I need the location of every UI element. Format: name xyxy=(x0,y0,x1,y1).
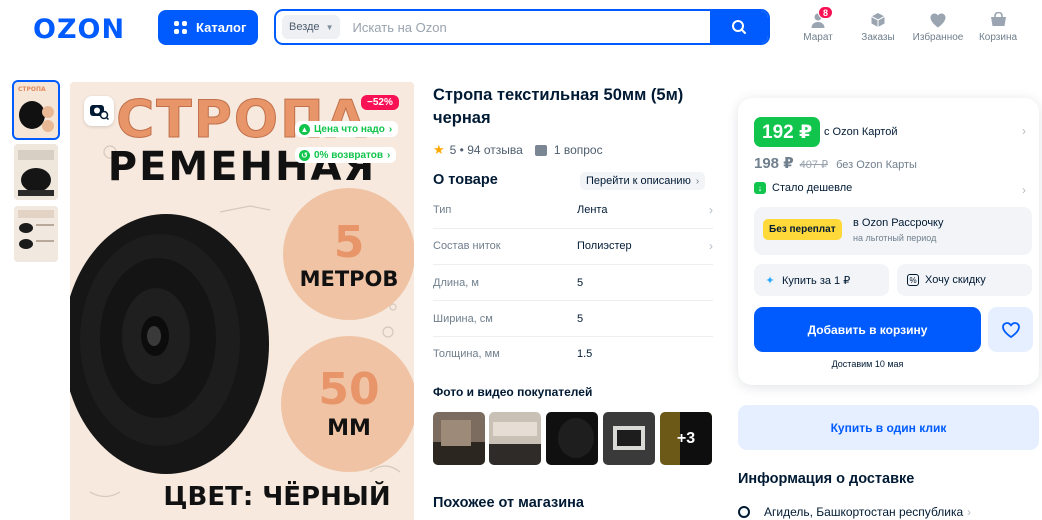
discount-badge: −52% xyxy=(361,95,399,110)
rating-row[interactable]: ★ 5 • 94 отзыва 1 вопрос xyxy=(433,142,603,158)
search-scope-select[interactable]: Везде ▼ xyxy=(282,15,341,39)
fair-price-chip[interactable]: ▲ Цена что надо › xyxy=(295,121,399,137)
ozon-card-label: с Ozon Картой xyxy=(824,126,898,138)
chevron-right-icon: › xyxy=(967,505,971,519)
chevron-down-icon: ▼ xyxy=(325,22,334,32)
delivery-date: Доставим 10 мая xyxy=(831,359,904,369)
regular-price-row: 198 ₽ 407 ₽ без Ozon Карты xyxy=(754,154,917,172)
spec-row: Длина, м 5 xyxy=(433,277,584,289)
price-with-card: 192 ₽ xyxy=(754,117,821,147)
location-pin-icon xyxy=(738,506,750,518)
about-heading: О товаре xyxy=(433,172,498,188)
image-width-unit: ММ xyxy=(327,416,371,441)
nav-label: Заказы xyxy=(861,32,895,43)
chevron-right-icon: › xyxy=(709,203,713,217)
product-title: Стропа текстильная 50мм (5м) черная xyxy=(433,86,684,127)
delivery-info-heading: Информация о доставке xyxy=(738,471,915,487)
customer-photo[interactable] xyxy=(546,412,598,465)
return-icon: ↺ xyxy=(299,149,310,161)
customer-photo[interactable] xyxy=(489,412,541,465)
thumbs-up-icon: ▲ xyxy=(299,123,310,135)
nav-favorites[interactable]: Избранное xyxy=(908,12,968,43)
catalog-label: Каталог xyxy=(196,20,247,35)
nav-orders[interactable]: Заказы xyxy=(848,12,908,43)
nav-label: Избранное xyxy=(912,32,964,43)
catalog-button[interactable]: Каталог xyxy=(158,10,258,45)
price-dropped-link[interactable]: ↓ Стало дешевле xyxy=(754,182,852,194)
chevron-right-icon: › xyxy=(387,149,391,161)
customer-photo-more[interactable]: +3 xyxy=(660,412,712,465)
old-price: 407 ₽ xyxy=(799,159,829,171)
nav-label: Марат xyxy=(803,32,833,43)
divider xyxy=(433,336,713,337)
image-search-button[interactable] xyxy=(84,96,114,126)
divider xyxy=(433,228,713,229)
image-color-text: ЦВЕТ: ЧЁРНЫЙ xyxy=(163,482,391,512)
customer-photo[interactable] xyxy=(433,412,485,465)
divider xyxy=(433,264,713,265)
star-icon: ★ xyxy=(433,142,445,157)
regular-price: 198 ₽ xyxy=(754,155,794,172)
chevron-right-icon: › xyxy=(709,239,713,253)
grid-icon xyxy=(174,21,187,34)
add-to-favorites-button[interactable] xyxy=(988,307,1033,352)
cart-icon xyxy=(990,12,1006,26)
thumbnail-3[interactable] xyxy=(14,206,58,262)
delivery-city[interactable]: Агидель, Башкортостан республика › xyxy=(738,505,971,519)
search-input[interactable] xyxy=(352,19,710,35)
thumbnail-1[interactable]: СТРОПА xyxy=(12,80,60,140)
divider xyxy=(433,300,713,301)
search-icon xyxy=(732,20,746,34)
chevron-right-icon[interactable]: › xyxy=(1022,183,1026,197)
nav-label: Корзина xyxy=(978,32,1018,43)
spec-row[interactable]: Тип Лента › xyxy=(433,200,713,220)
image-width-number: 50 xyxy=(318,364,380,415)
heart-icon xyxy=(930,13,946,27)
box-icon xyxy=(871,13,885,27)
spec-row[interactable]: Состав ниток Полиэстер › xyxy=(433,236,713,256)
spec-row: Толщина, мм 1.5 xyxy=(433,348,593,360)
no-overpay-tag: Без переплат xyxy=(763,219,842,240)
to-description-button[interactable]: Перейти к описанию › xyxy=(580,172,706,190)
chevron-right-icon[interactable]: › xyxy=(1022,124,1026,138)
installment-subtitle: на льготный период xyxy=(853,233,937,243)
without-card-label: без Ozon Карты xyxy=(836,159,917,171)
installment-block[interactable]: Без переплат в Ozon Рассрочку на льготны… xyxy=(754,207,1032,255)
spec-row: Ширина, см 5 xyxy=(433,313,584,325)
camera-search-icon xyxy=(90,105,109,120)
buy-for-1-button[interactable]: ✦ Купить за 1 ₽ xyxy=(754,264,889,296)
nav-profile[interactable]: 8 Марат xyxy=(788,6,848,43)
returns-chip[interactable]: ↺ 0% возвратов › xyxy=(295,147,397,163)
want-discount-button[interactable]: % Хочу скидку xyxy=(897,264,1032,296)
gallery-thumbnails: СТРОПА xyxy=(12,80,60,268)
arrow-down-icon: ↓ xyxy=(754,182,766,194)
nav-cart[interactable]: Корзина xyxy=(968,12,1028,43)
search-button[interactable] xyxy=(710,11,768,43)
svg-text:СТРОПА: СТРОПА xyxy=(18,86,46,93)
installment-title: в Ozon Рассрочку xyxy=(853,217,944,229)
customer-photo[interactable] xyxy=(603,412,655,465)
chat-icon xyxy=(534,144,547,156)
image-length-unit: МЕТРОВ xyxy=(299,267,399,291)
discount-icon: % xyxy=(907,274,919,286)
search-bar: Везде ▼ xyxy=(274,9,770,45)
chevron-right-icon: › xyxy=(695,175,700,187)
customer-photos-heading: Фото и видео покупателей xyxy=(433,385,593,399)
ozon-logo[interactable]: OZON xyxy=(33,14,125,45)
heart-icon xyxy=(1001,321,1020,338)
image-length-number: 5 xyxy=(333,217,365,268)
add-to-cart-button[interactable]: Добавить в корзину xyxy=(754,307,981,352)
sparkle-icon: ✦ xyxy=(765,274,775,287)
buy-one-click-button[interactable]: Купить в один клик xyxy=(738,405,1039,450)
rating-text[interactable]: 5 • 94 отзыва xyxy=(450,143,523,157)
notification-badge: 8 xyxy=(818,6,834,19)
chevron-right-icon: › xyxy=(388,123,393,135)
questions-link[interactable]: 1 вопрос xyxy=(534,143,603,157)
thumbnail-2[interactable] xyxy=(14,144,58,200)
similar-heading: Похожее от магазина xyxy=(433,495,584,511)
